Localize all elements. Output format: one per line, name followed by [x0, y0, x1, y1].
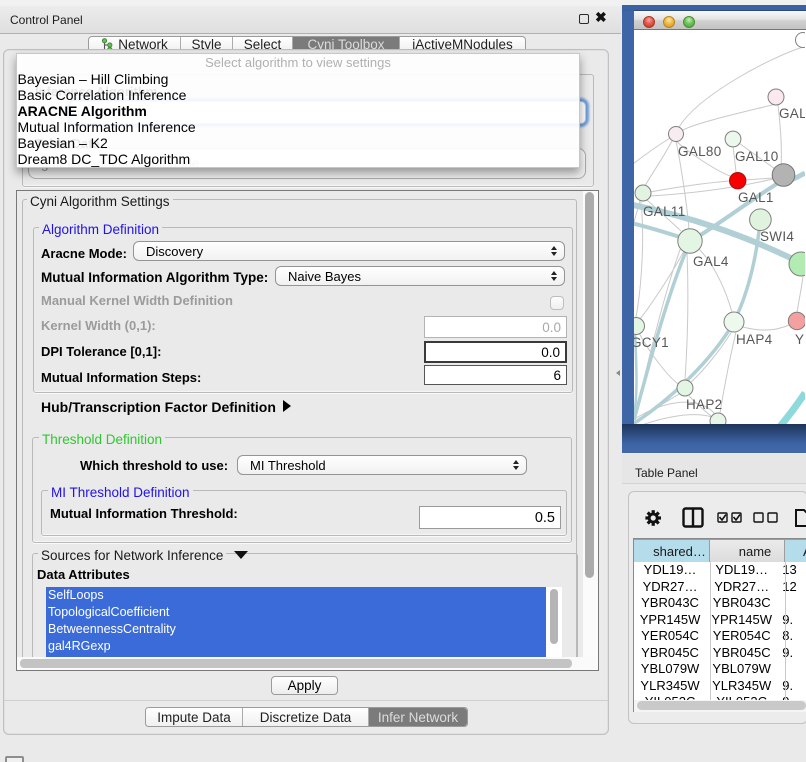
svg-text:GAL11: GAL11 — [643, 204, 686, 219]
svg-text:SWI4: SWI4 — [760, 229, 794, 244]
svg-text:GAL10: GAL10 — [735, 149, 779, 164]
svg-text:HAP4: HAP4 — [736, 332, 773, 347]
svg-text:Y: Y — [795, 332, 804, 347]
svg-text:GAL80: GAL80 — [678, 144, 722, 159]
svg-text:HAP2: HAP2 — [686, 397, 722, 412]
svg-text:GAL4: GAL4 — [693, 254, 729, 269]
svg-text:GAL: GAL — [779, 106, 805, 121]
svg-text:GAL1: GAL1 — [738, 190, 774, 205]
svg-text:GCY1: GCY1 — [634, 335, 669, 350]
